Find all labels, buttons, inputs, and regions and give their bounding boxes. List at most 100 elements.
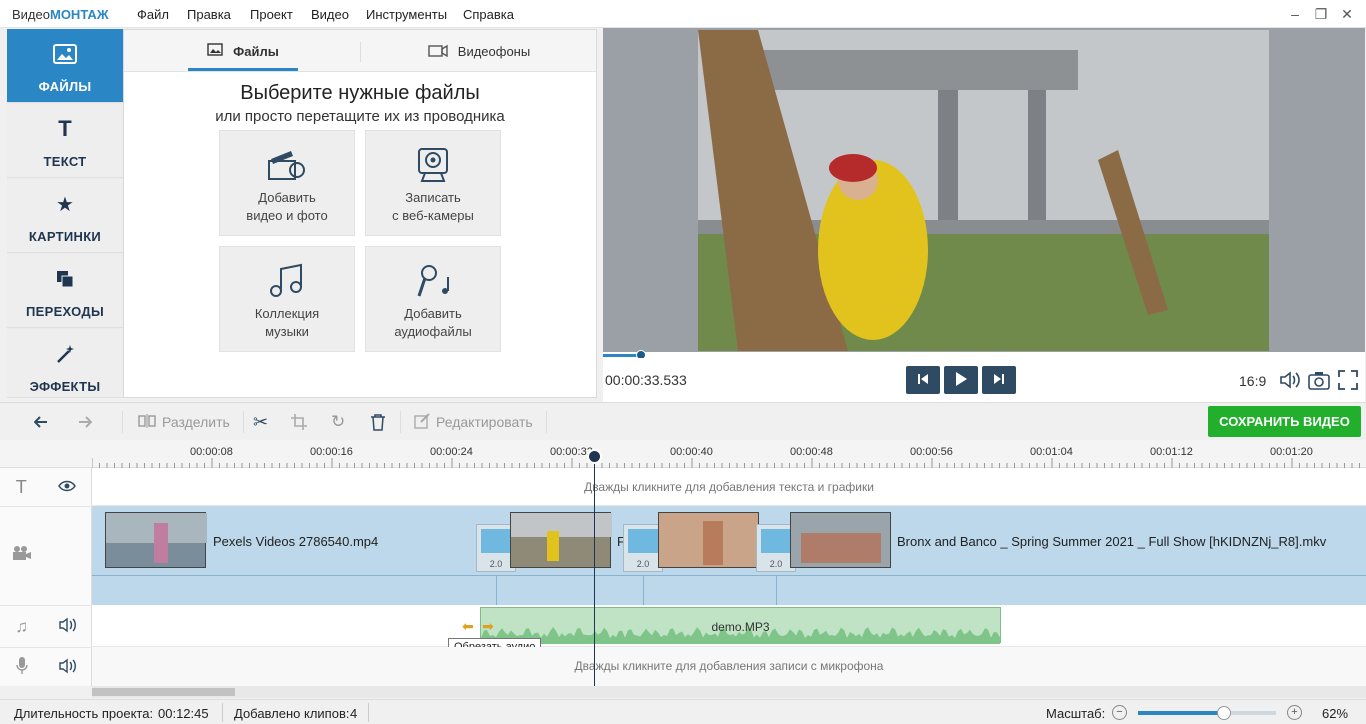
pencil-icon [414,412,430,432]
playhead-handle[interactable] [587,449,602,464]
save-video-button[interactable]: СОХРАНИТЬ ВИДЕО [1208,406,1361,437]
restore-icon[interactable]: ❐ [1311,4,1331,24]
text-icon: T [58,116,72,141]
add-video-photo-button[interactable]: Добавить видео и фото [219,130,355,236]
split-button[interactable]: Разделить [138,412,230,432]
trim-left-arrow-icon[interactable]: ⬅ [462,618,474,635]
mic-volume-icon[interactable] [58,658,77,677]
thumb-figure [154,523,168,563]
transition-track[interactable] [92,575,1366,605]
text-track[interactable]: Дважды кликните для добавления текста и … [92,468,1366,506]
clip-thumbnail[interactable] [658,512,759,568]
undo-icon[interactable] [34,412,54,432]
edit-button[interactable]: Редактировать [414,412,533,432]
sidebar-item-text[interactable]: T ТЕКСТ [7,104,123,178]
files-heading: Выберите нужные файлы [240,82,480,104]
zoom-in-icon[interactable]: + [1287,705,1302,720]
add-audio-button[interactable]: Добавить аудиофайлы [365,246,501,352]
clip-name[interactable]: Pexels Videos 2786540.mp4 [213,534,378,549]
webcam-icon [366,145,500,185]
eye-icon[interactable] [58,479,77,495]
zoom-out-icon[interactable]: − [1112,705,1127,720]
audio-clip[interactable]: demo.MP3 [480,607,1001,644]
thumb-figure [703,521,723,565]
clip-thumbnail[interactable] [790,512,891,568]
webcam-record-button[interactable]: Записать с веб-камеры [365,130,501,236]
thumb-sky [511,513,612,537]
menu-help[interactable]: Справка [463,7,514,22]
snapshot-icon[interactable] [1308,370,1330,393]
close-icon[interactable]: ✕ [1337,4,1357,24]
rotate-icon[interactable]: ↻ [331,412,345,432]
ruler-tick-label: 00:00:40 [670,446,713,458]
ruler-tick-label: 00:00:48 [790,446,833,458]
scissors-icon[interactable]: ✂ [253,412,268,432]
transition-block[interactable]: 2.0 [623,524,663,572]
split-label: Разделить [162,414,230,430]
video-track-icon [12,545,32,564]
timeline-scrollbar[interactable] [92,686,1366,698]
tile-line1: Записать [405,190,461,205]
timeline-ruler[interactable]: 00:00:08 00:00:16 00:00:24 00:00:32 00:0… [0,440,1366,468]
mic-track[interactable]: Дважды кликните для добавления записи с … [92,647,1366,686]
sidebar-item-transitions[interactable]: ПЕРЕХОДЫ [7,254,123,328]
redo-icon[interactable] [72,412,92,432]
tile-line2: с веб-камеры [392,208,474,223]
duration-label: Длительность проекта: [14,706,154,721]
play-button[interactable] [944,366,978,394]
tile-line1: Добавить [258,190,316,205]
clip-name[interactable]: Bronx and Banco _ Spring Summer 2021 _ F… [897,534,1326,549]
zoom-handle[interactable] [1216,706,1231,720]
tab-video-backgrounds[interactable]: Видеофоны [414,30,544,72]
aspect-ratio[interactable]: 16:9 [1239,373,1266,389]
toolbar-divider [243,411,244,433]
video-frame[interactable] [698,30,1269,351]
menu-project[interactable]: Проект [250,7,293,22]
ruler-tick-label: 00:00:16 [310,446,353,458]
tile-line2: видео и фото [246,208,328,223]
music-track-header: ♫ [0,605,92,647]
ruler-tick-label: 00:01:12 [1150,446,1193,458]
menu-video[interactable]: Видео [311,7,349,22]
next-button[interactable] [982,366,1016,394]
ruler-tick-label: 00:00:24 [430,446,473,458]
video-track[interactable]: Pexels Videos 2786540.mp4 2.0 F 2.0 2.0 … [92,506,1366,575]
clip-thumbnail[interactable] [105,512,207,568]
clip-divider [496,576,497,605]
text-track-icon: T [15,476,27,497]
status-divider [222,703,223,722]
ruler-tick-label: 00:00:08 [190,446,233,458]
music-collection-button[interactable]: Коллекция музыки [219,246,355,352]
clip-thumbnail[interactable] [510,512,612,568]
toolbar-divider [122,411,123,433]
trash-icon[interactable] [370,412,386,432]
sidebar-item-files[interactable]: ФАЙЛЫ [7,29,123,103]
menu-tools[interactable]: Инструменты [366,7,447,22]
audio-clip-name: demo.MP3 [711,620,770,634]
star-icon: ★ [56,193,74,216]
ruler-tick-label: 00:00:56 [910,446,953,458]
menu-file[interactable]: Файл [137,7,169,22]
transition-thumb [761,529,791,553]
trim-right-arrow-icon[interactable]: ➡ [482,618,494,635]
scrollbar-thumb[interactable] [92,688,235,696]
active-tab-indicator [188,68,298,71]
fullscreen-icon[interactable] [1338,370,1358,393]
transition-duration: 2.0 [636,559,650,569]
prev-button[interactable] [906,366,940,394]
sidebar-item-pictures[interactable]: ★ КАРТИНКИ [7,179,123,253]
minimize-icon[interactable]: – [1285,4,1305,24]
text-track-header: T [0,468,92,506]
sidebar-item-effects[interactable]: ЭФФЕКТЫ [7,329,123,398]
volume-icon[interactable] [1279,370,1301,393]
tile-line1: Коллекция [254,306,320,321]
microphone-icon [366,261,500,301]
audio-volume-icon[interactable] [58,617,77,636]
tab-files[interactable]: Файлы [188,30,298,72]
zoom-slider[interactable] [1138,706,1276,720]
mic-icon [15,656,28,678]
files-tabs: Файлы Видеофоны [124,30,596,72]
menu-edit[interactable]: Правка [187,7,231,22]
crop-icon[interactable] [291,412,307,432]
transition-thumb [628,529,658,553]
